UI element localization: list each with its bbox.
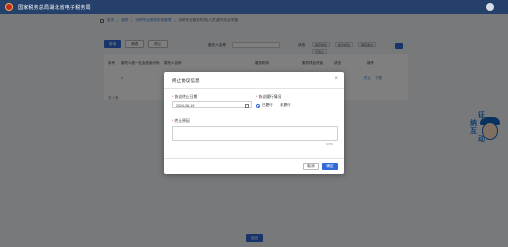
tax-emblem-icon: [5, 3, 13, 11]
reason-textarea[interactable]: [172, 126, 338, 141]
dialog-footer-divider: [164, 158, 344, 159]
terminate-date-input[interactable]: 2024-06-19: [172, 101, 252, 108]
radio-checked-icon: [256, 103, 260, 108]
top-header: 国家税务总局湖北省电子税务局: [0, 0, 508, 14]
calendar-icon: [245, 103, 249, 108]
user-avatar[interactable]: [486, 3, 494, 11]
close-icon[interactable]: ×: [334, 76, 338, 82]
cancel-button[interactable]: 取消: [303, 163, 319, 170]
dialog-divider: [164, 88, 344, 89]
radio-performed[interactable]: 已履行: [256, 103, 273, 108]
site-title: 国家税务总局湖北省电子税务局: [18, 4, 91, 11]
char-counter: 0/250: [326, 142, 333, 146]
radio-not-performed[interactable]: 未履行: [280, 103, 291, 108]
performance-field-label: * 协议履行情况: [256, 95, 282, 99]
date-field-label: * 协议终止日期: [172, 95, 198, 99]
confirm-button[interactable]: 确定: [322, 163, 338, 170]
dialog-title: 终止协议信息: [172, 78, 200, 83]
date-value: 2024-06-19: [176, 103, 195, 108]
terminate-agreement-dialog: 终止协议信息 × * 协议终止日期 2024-06-19 * 协议履行情况 已履…: [164, 72, 344, 174]
reason-field-label: * 终止原因: [172, 119, 190, 123]
